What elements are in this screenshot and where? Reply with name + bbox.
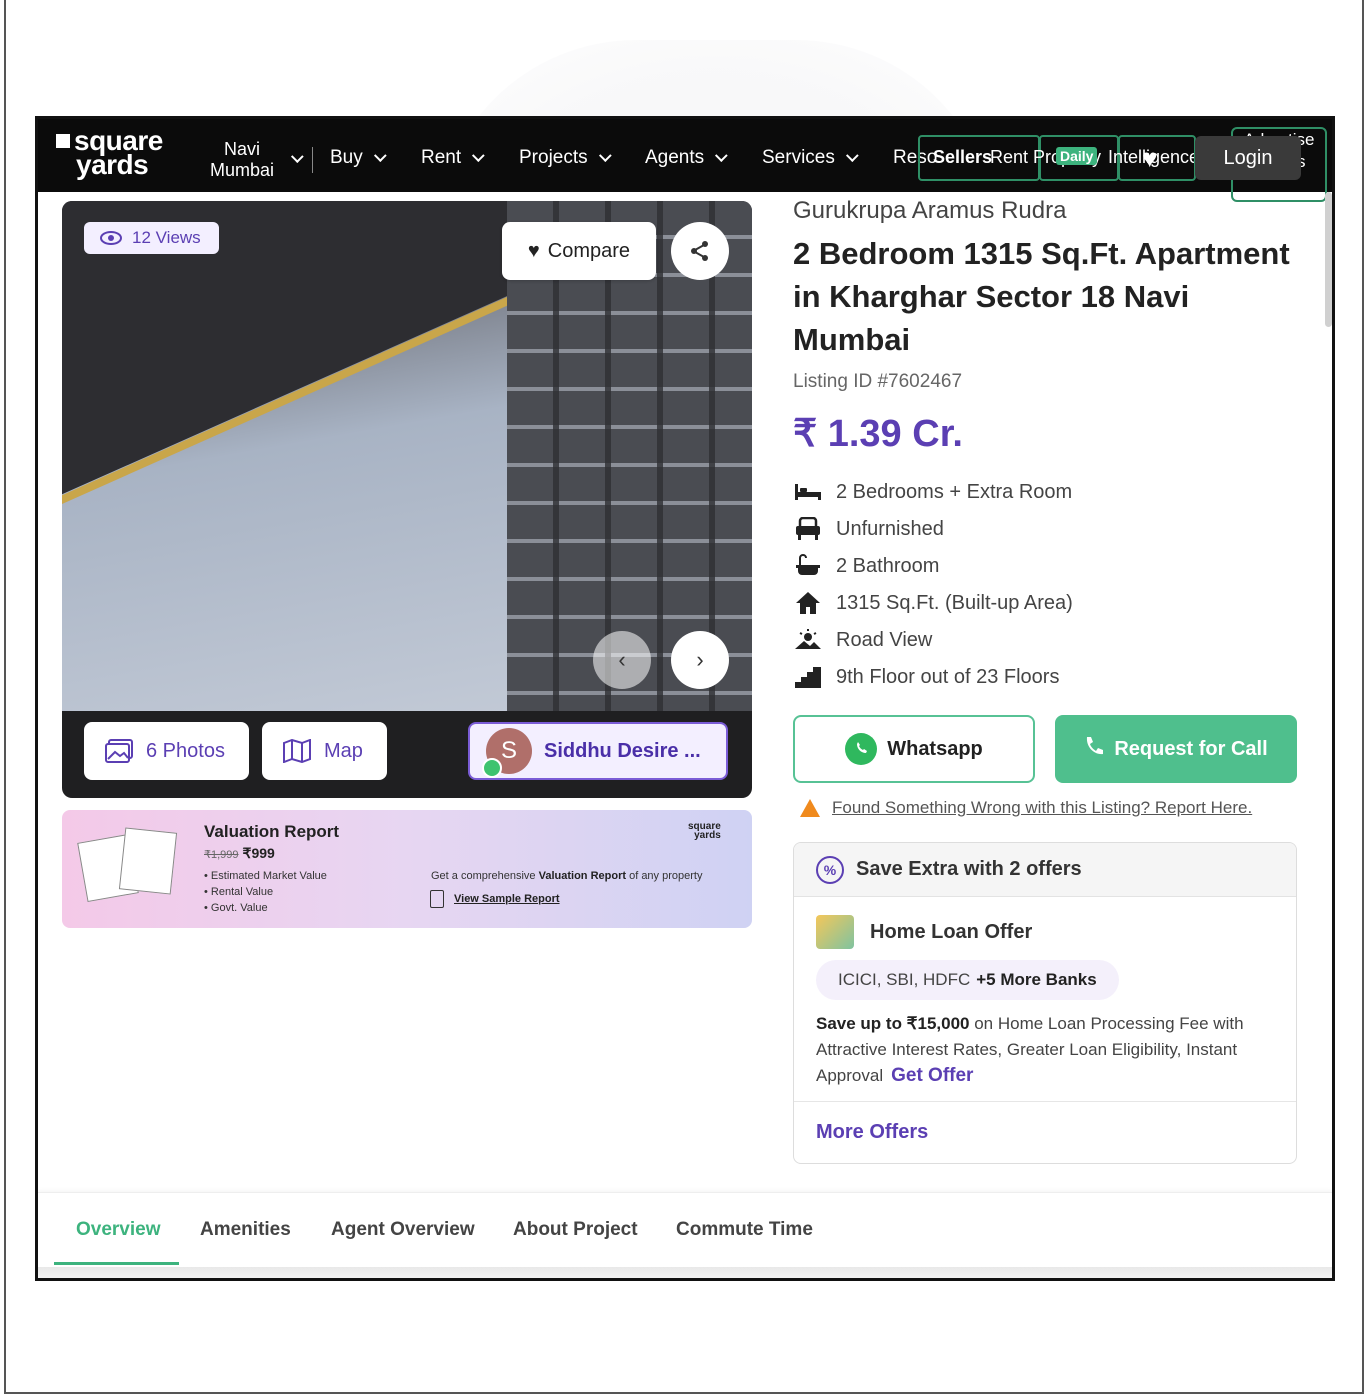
discount-icon: % [816,855,844,884]
chevron-down-icon [715,148,728,162]
share-button[interactable] [671,222,729,280]
report-thumbnail [77,827,178,903]
photos-button[interactable]: 6 Photos [84,722,249,780]
compare-button[interactable]: ♥ Compare [502,222,656,280]
tab-commute-time[interactable]: Commute Time [676,1219,813,1241]
menu-rent[interactable]: Rent [421,147,485,169]
views-badge: 12 Views [84,222,219,254]
view-icon [794,628,822,652]
whatsapp-button[interactable]: Whatsapp [793,715,1035,783]
whatsapp-icon [482,758,502,778]
tab-about-project[interactable]: About Project [513,1219,638,1241]
listing-id: Listing ID #7602467 [793,371,963,392]
logo-square-icon [56,134,70,148]
screenshot-frame: square yards Navi Mumbai Buy Rent Projec… [35,116,1335,1281]
city-selector[interactable]: Navi Mumbai [210,139,274,181]
menu-agents[interactable]: Agents [645,147,728,169]
tab-overview[interactable]: Overview [76,1219,161,1241]
menu-projects[interactable]: Projects [519,147,612,169]
view-sample-report-link[interactable]: View Sample Report [430,890,560,908]
menu-buy[interactable]: Buy [330,147,387,169]
valuation-logo: square yards [688,821,721,841]
active-tab-indicator [54,1262,179,1265]
map-icon [283,739,311,763]
chevron-down-icon [472,148,485,162]
heart-icon[interactable]: ♥ [1142,143,1157,174]
daily-badge: Daily [1056,147,1098,165]
bed-icon [794,480,822,504]
stairs-icon [794,665,822,689]
avatar: S [482,728,532,778]
tab-agent-overview[interactable]: Agent Overview [331,1219,475,1241]
section-tabs: Overview Amenities Agent Overview About … [38,1192,1332,1267]
home-icon [794,591,822,615]
tab-amenities[interactable]: Amenities [200,1219,291,1241]
valuation-description: Get a comprehensive Valuation Report of … [431,870,703,882]
nav-divider [312,147,313,173]
project-name[interactable]: Gurukrupa Aramus Rudra [793,197,1066,225]
agent-button[interactable]: S Siddhu Desire ... [468,722,728,780]
home-loan-offer-title: Home Loan Offer [816,915,1032,949]
valuation-items: Estimated Market Value Rental Value Govt… [204,868,327,916]
phone-icon [1084,735,1104,763]
request-call-button[interactable]: Request for Call [1055,715,1297,783]
warning-icon [800,799,820,817]
menu-services[interactable]: Services [762,147,859,169]
document-icon [430,890,444,908]
tabs-bottom-shadow [38,1267,1332,1278]
offers-card: % Save Extra with 2 offers Home Loan Off… [793,842,1297,1164]
photos-icon [105,739,133,763]
whatsapp-icon [845,733,878,765]
login-button[interactable]: Login [1195,136,1301,180]
offers-header: % Save Extra with 2 offers [794,843,1296,897]
chevron-down-icon [598,148,612,162]
banks-chip[interactable]: ICICI, SBI, HDFC +5 More Banks [816,960,1119,1000]
page-title: 2 Bedroom 1315 Sq.Ft. Apartment in Kharg… [793,236,1290,357]
armchair-icon [794,517,822,541]
feature-furnishing: Unfurnished [794,517,944,541]
chevron-down-icon [373,148,387,162]
price: ₹ 1.39 Cr. [793,413,963,455]
offers-divider [794,1101,1296,1102]
eye-icon [100,231,122,245]
chevron-right-icon: › [696,647,704,672]
money-icon [816,915,854,949]
valuation-price: ₹1,999 ₹999 [204,845,275,861]
bathtub-icon [794,554,822,578]
feature-view: Road View [794,628,932,652]
report-listing-link[interactable]: Found Something Wrong with this Listing?… [800,798,1252,818]
map-button[interactable]: Map [262,722,387,780]
logo[interactable]: square yards [56,127,163,179]
loan-description: Save up to ₹15,000 on Home Loan Processi… [816,1014,1244,1086]
more-offers-link[interactable]: More Offers [816,1121,928,1144]
sellers-label: Sellers [933,147,993,167]
get-offer-link[interactable]: Get Offer [891,1065,973,1086]
feature-bathroom: 2 Bathroom [794,554,939,578]
valuation-report-banner[interactable]: Valuation Report ₹1,999₹999 Estimated Ma… [62,810,752,928]
feature-bedrooms: 2 Bedrooms + Extra Room [794,480,1072,504]
photo-gallery: 12 Views ♥ Compare ‹ › 6 Photos Map S Si… [62,201,752,798]
feature-floor: 9th Floor out of 23 Floors [794,665,1059,689]
feature-area: 1315 Sq.Ft. (Built-up Area) [794,591,1073,615]
chevron-down-icon [290,150,304,164]
previous-photo-button[interactable]: ‹ [593,631,651,689]
heart-icon: ♥ [527,239,540,262]
share-icon [691,241,708,261]
scrollbar[interactable] [1325,192,1332,327]
chevron-left-icon: ‹ [618,647,626,672]
top-navbar: square yards Navi Mumbai Buy Rent Projec… [38,119,1332,202]
chevron-down-icon [845,148,859,162]
next-photo-button[interactable]: › [671,631,729,689]
